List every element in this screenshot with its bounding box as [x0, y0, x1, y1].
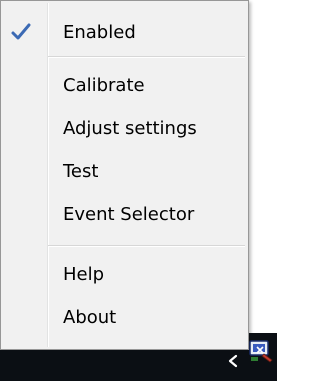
context-menu: Enabled Calibrate Adjust settings Test E…: [0, 0, 249, 350]
menu-separator: [48, 245, 245, 247]
menu-item-about[interactable]: About: [4, 299, 245, 335]
menu-item-label: Test: [63, 160, 99, 182]
taskbar: [0, 350, 277, 381]
menu-item-event-selector[interactable]: Event Selector: [4, 196, 245, 232]
menu-item-label: Adjust settings: [63, 117, 197, 139]
menu-item-label: About: [63, 306, 117, 328]
menu-item-label: Enabled: [63, 21, 136, 43]
menu-item-label: Event Selector: [63, 203, 195, 225]
menu-item-label: Help: [63, 263, 105, 285]
checkmark-icon: [11, 23, 31, 40]
chevron-left-icon[interactable]: [226, 354, 240, 368]
menu-item-label: Calibrate: [63, 74, 145, 96]
menu-item-adjust-settings[interactable]: Adjust settings: [4, 110, 245, 146]
wacom-tablet-icon[interactable]: [248, 338, 274, 364]
menu-item-calibrate[interactable]: Calibrate: [4, 67, 245, 103]
menu-separator: [48, 56, 245, 58]
menu-item-test[interactable]: Test: [4, 153, 245, 189]
menu-item-help[interactable]: Help: [4, 256, 245, 292]
menu-item-enabled[interactable]: Enabled: [4, 14, 245, 50]
